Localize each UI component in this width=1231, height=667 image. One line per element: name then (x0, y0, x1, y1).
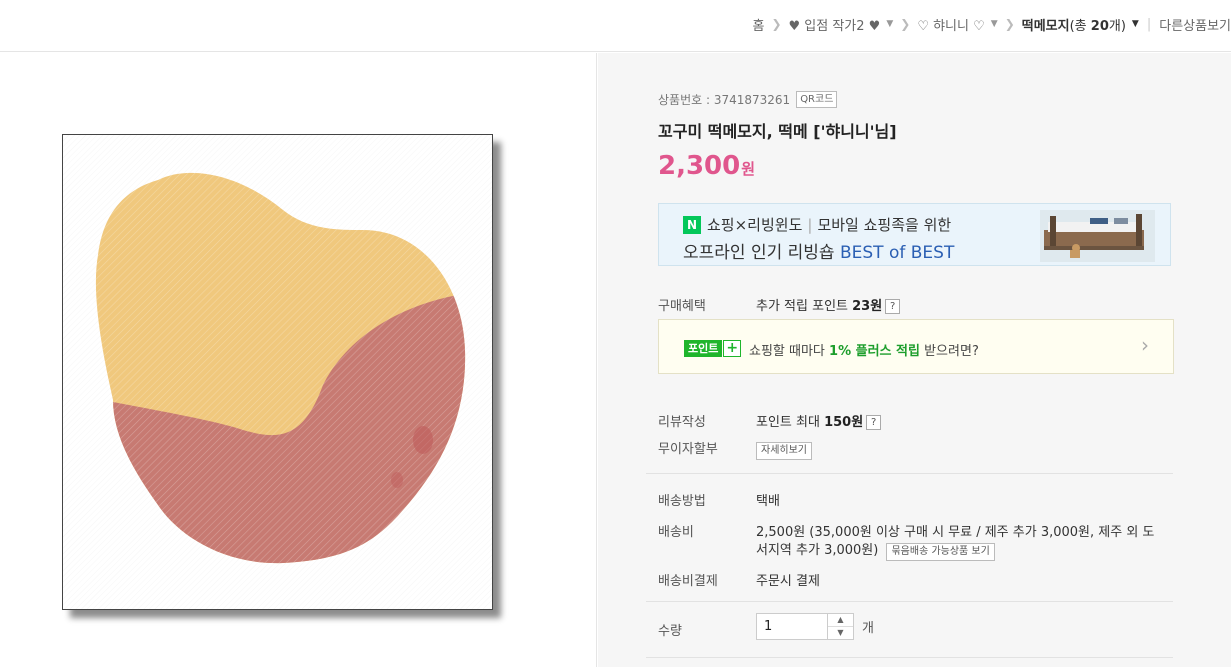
quantity-input[interactable] (756, 613, 828, 640)
bundle-shipping-button[interactable]: 묶음배송 가능상품 보기 (886, 543, 995, 561)
stepper-buttons: ▲ ▼ (828, 613, 854, 640)
quantity-label: 수량 (658, 624, 682, 639)
breadcrumb-category-1[interactable]: ♥ 입점 작가2 ♥ (789, 15, 881, 34)
breadcrumb-current-name: 떡메모지 (1021, 18, 1070, 34)
banner-line-1a: 쇼핑×리빙윈도 (707, 216, 803, 234)
benefit-row: 구매혜택 추가 적립 포인트 23원? (658, 295, 901, 314)
quantity-stepper: ▲ ▼ 개 (756, 613, 874, 640)
shipping-method-row: 배송방법 택배 (658, 490, 780, 509)
breadcrumb-home[interactable]: 홈 (752, 15, 764, 34)
shipping-fee-row: 배송비 2,500원 (35,000원 이상 구매 시 무료 / 제주 추가 3,… (658, 521, 1154, 540)
point-message-suffix: 받으려면? (919, 344, 979, 359)
caret-down-icon[interactable]: ▼ (1132, 19, 1139, 29)
review-value-prefix: 포인트 최대 (756, 415, 825, 430)
heart-memo-illustration (63, 135, 492, 609)
shipping-pay-value: 주문시 결제 (756, 574, 820, 589)
chevron-right-icon: ❯ (771, 17, 782, 31)
qr-code-button[interactable]: QR코드 (796, 91, 838, 108)
shipping-pay-label: 배송비결제 (658, 574, 718, 589)
point-message-bold: 1% 플러스 적립 (829, 344, 920, 359)
product-image[interactable] (62, 134, 493, 610)
shipping-fee-label: 배송비 (658, 525, 694, 540)
help-icon[interactable]: ? (885, 299, 901, 314)
decrement-button[interactable]: ▼ (828, 626, 853, 639)
top-bar: 홈 ❯ ♥ 입점 작가2 ♥ ▼ ❯ ♡ 햐니니 ♡ ▼ ❯ 떡메모지(총 20… (0, 0, 1231, 52)
price-unit: 원 (741, 160, 756, 178)
breadcrumb-count: (총 20개) (1070, 19, 1126, 34)
divider (646, 657, 1173, 658)
increment-button[interactable]: ▲ (828, 614, 853, 626)
point-message-prefix: 쇼핑할 때마다 (749, 344, 830, 359)
product-info-panel: 상품번호 : 3741873261 QR코드 꼬구미 떡메모지, 떡메 ['햐니… (598, 53, 1231, 667)
divider: | (1146, 16, 1152, 32)
shipping-pay-row: 배송비결제 주문시 결제 (658, 570, 820, 589)
product-title: 꼬구미 떡메모지, 떡메 ['햐니니'님] (658, 122, 897, 141)
benefit-value-prefix: 추가 적립 포인트 (756, 299, 853, 314)
chevron-right-icon[interactable]: › (1141, 333, 1149, 357)
naver-logo-icon: N (683, 215, 701, 234)
product-number: 상품번호 : 3741873261 QR코드 (658, 91, 838, 108)
review-points: 150원 (824, 415, 864, 430)
installment-row: 무이자할부 자세히보기 (658, 438, 812, 460)
point-message: 쇼핑할 때마다 1% 플러스 적립 받으려면? (749, 340, 979, 359)
plus-icon: + (723, 340, 742, 357)
point-tag-label: 포인트 (684, 340, 723, 357)
bed-illustration-icon (1040, 210, 1155, 262)
installment-detail-button[interactable]: 자세히보기 (756, 442, 812, 460)
count-suffix: 개) (1108, 18, 1126, 34)
divider: | (807, 215, 813, 234)
benefit-value: 추가 적립 포인트 23원 (756, 299, 882, 314)
review-row: 리뷰작성 포인트 최대 150원? (658, 411, 882, 430)
breadcrumb: 홈 ❯ ♥ 입점 작가2 ♥ ▼ ❯ ♡ 햐니니 ♡ ▼ ❯ 떡메모지(총 20… (752, 14, 1231, 34)
help-icon[interactable]: ? (866, 415, 882, 430)
benefit-label: 구매혜택 (658, 299, 706, 314)
product-number-label: 상품번호 : 3741873261 (658, 93, 791, 107)
review-label: 리뷰작성 (658, 415, 706, 430)
promo-banner[interactable]: N 쇼핑×리빙윈도 | 모바일 쇼핑족을 위한 오프라인 인기 리빙숍 BEST… (658, 203, 1171, 266)
caret-down-icon[interactable]: ▼ (886, 19, 893, 29)
banner-line-2a: 오프라인 인기 리빙숍 (683, 243, 840, 263)
banner-best: BEST of BEST (839, 243, 955, 263)
breadcrumb-current[interactable]: 떡메모지(총 20개) (1022, 15, 1126, 34)
banner-line-2: 오프라인 인기 리빙숍 BEST of BEST (683, 238, 954, 263)
quantity-unit: 개 (862, 621, 874, 636)
caret-down-icon[interactable]: ▼ (991, 19, 998, 29)
benefit-points: 23원 (852, 299, 883, 314)
review-value: 포인트 최대 150원 (756, 415, 863, 430)
divider (646, 601, 1173, 602)
other-products-link[interactable]: 다른상품보기 (1159, 15, 1231, 34)
shipping-fee-line-1: 2,500원 (35,000원 이상 구매 시 무료 / 제주 추가 3,000… (756, 525, 1155, 540)
point-plus-box[interactable]: 포인트 + 쇼핑할 때마다 1% 플러스 적립 받으려면? › (658, 319, 1174, 374)
count-prefix: (총 (1069, 18, 1091, 34)
product-price: 2,300원 (658, 151, 755, 181)
installment-label: 무이자할부 (658, 442, 718, 457)
product-image-panel (0, 53, 597, 667)
banner-line-1: N 쇼핑×리빙윈도 | 모바일 쇼핑족을 위한 (683, 214, 951, 235)
chevron-right-icon: ❯ (900, 17, 911, 31)
breadcrumb-category-2[interactable]: ♡ 햐니니 ♡ (917, 15, 984, 34)
point-tag: 포인트 + (684, 340, 742, 357)
count-value: 20 (1090, 18, 1109, 34)
price-value: 2,300 (658, 151, 741, 181)
banner-line-1b: 모바일 쇼핑족을 위한 (817, 216, 952, 234)
shipping-fee-row-2: 서지역 추가 3,000원) 묶음배송 가능상품 보기 (756, 539, 995, 561)
chevron-right-icon: ❯ (1004, 17, 1015, 31)
divider (646, 473, 1173, 474)
shipping-method-label: 배송방법 (658, 494, 706, 509)
shipping-fee-line-2: 서지역 추가 3,000원) (756, 543, 879, 558)
shipping-method-value: 택배 (756, 494, 780, 509)
quantity-label-row: 수량 (658, 620, 756, 639)
